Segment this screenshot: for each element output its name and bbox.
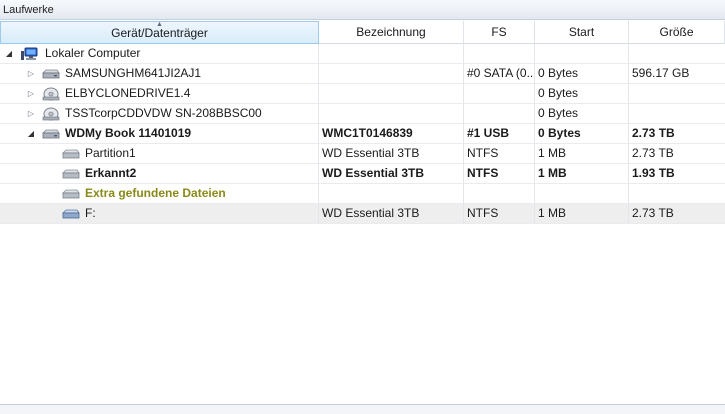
partition-icon: [62, 187, 80, 201]
cell-fs: NTFS: [464, 204, 535, 224]
cell-size: [629, 184, 725, 204]
cell-start: 0 Bytes: [535, 124, 629, 144]
cell-size: 2.73 TB: [632, 146, 674, 160]
device-name: Lokaler Computer: [45, 46, 141, 60]
device-name: Extra gefundene Dateien: [85, 186, 226, 200]
cell-label: [319, 64, 464, 84]
bottom-edge-bar: [0, 404, 725, 414]
cell-start: 0 Bytes: [535, 104, 629, 124]
expand-arrow-icon[interactable]: ▷: [26, 84, 36, 104]
tree-row[interactable]: F: WD Essential 3TB NTFS 1 MB 2.73 TB: [0, 204, 725, 224]
device-name: TSSTcorpCDDVDW SN-208BBSC00: [65, 106, 262, 120]
tree-row[interactable]: ▷ ELBYCLONEDRIVE1.4 0 Bytes: [0, 84, 725, 104]
cell-device: F:: [0, 204, 319, 224]
cell-fs: #0 SATA (0...: [464, 64, 535, 84]
tree-row[interactable]: Partition1 WD Essential 3TB NTFS 1 MB 2.73 T…: [0, 144, 725, 164]
column-header-start[interactable]: Start: [535, 21, 629, 44]
column-header-size[interactable]: Größe: [629, 21, 725, 44]
optical-drive-icon: [42, 107, 60, 121]
cell-start: 1 MB: [535, 144, 629, 164]
cell-fs: NTFS: [464, 164, 535, 184]
drive-tree-list: ◢ Lokaler Computer ▷ SAMSUNGHM641JI2AJ1 #0 S…: [0, 44, 725, 224]
cell-size: 2.73 TB: [632, 206, 674, 220]
expand-arrow-icon[interactable]: ▷: [26, 64, 36, 84]
cell-label: WD Essential 3TB: [319, 204, 464, 224]
device-name: ELBYCLONEDRIVE1.4: [65, 86, 191, 100]
device-name: Erkannt2: [85, 166, 137, 180]
tree-row[interactable]: Erkannt2 WD Essential 3TB NTFS 1 MB 1.93 TB: [0, 164, 725, 184]
cell-size: [629, 104, 725, 124]
column-header-label[interactable]: Bezeichnung: [319, 21, 464, 44]
cell-size: 2.73 TB: [632, 126, 675, 140]
cell-fs: [464, 44, 535, 64]
tree-row[interactable]: ◢ WDMy Book 11401019 WMC1T0146839 #1 USB 0 B…: [0, 124, 725, 144]
cell-device: ◢ WDMy Book 11401019: [0, 124, 319, 144]
partition-icon: [62, 147, 80, 161]
cell-start: 1 MB: [535, 164, 629, 184]
cell-device: Erkannt2: [0, 164, 319, 184]
cell-label: [319, 44, 464, 64]
collapse-arrow-icon[interactable]: ◢: [26, 124, 36, 144]
device-name: F:: [85, 206, 96, 220]
cell-label: WMC1T0146839: [319, 124, 464, 144]
tree-row[interactable]: ▷ SAMSUNGHM641JI2AJ1 #0 SATA (0... 0 Bytes 5…: [0, 64, 725, 84]
cell-size: [629, 84, 725, 104]
tree-row[interactable]: ▷ TSSTcorpCDDVDW SN-208BBSC00 0 Bytes: [0, 104, 725, 124]
tree-row[interactable]: Extra gefundene Dateien: [0, 184, 725, 204]
cell-fs: [464, 104, 535, 124]
cell-label: WD Essential 3TB: [319, 164, 464, 184]
sort-ascending-icon: ▲: [156, 21, 163, 28]
cell-fs: [464, 84, 535, 104]
cell-fs: NTFS: [464, 144, 535, 164]
collapse-arrow-icon[interactable]: ◢: [4, 44, 14, 64]
cell-size: 1.93 TB: [632, 166, 675, 180]
cell-start: 1 MB: [535, 204, 629, 224]
cell-fs: #1 USB: [464, 124, 535, 144]
device-name: SAMSUNGHM641JI2AJ1: [65, 66, 202, 80]
panel-title: Laufwerke: [0, 0, 725, 20]
partition-blue-icon: [62, 207, 80, 221]
cell-size: [629, 44, 725, 64]
cell-start: [535, 44, 629, 64]
cell-label: WD Essential 3TB: [319, 144, 464, 164]
optical-drive-icon: [42, 87, 60, 101]
cell-label: [319, 84, 464, 104]
computer-icon: [21, 47, 39, 61]
hard-drive-icon: [42, 67, 60, 81]
column-header-row: ▲ Gerät/Datenträger Bezeichnung FS Start…: [0, 21, 725, 44]
expand-arrow-icon[interactable]: ▷: [26, 104, 36, 124]
cell-device: ◢ Lokaler Computer: [0, 44, 319, 64]
column-header-fs[interactable]: FS: [464, 21, 535, 44]
cell-start: 0 Bytes: [535, 84, 629, 104]
cell-start: 0 Bytes: [535, 64, 629, 84]
cell-device: ▷ ELBYCLONEDRIVE1.4: [0, 84, 319, 104]
cell-device: Partition1: [0, 144, 319, 164]
cell-label: [319, 104, 464, 124]
device-name: WDMy Book 11401019: [65, 126, 192, 140]
cell-device: ▷ TSSTcorpCDDVDW SN-208BBSC00: [0, 104, 319, 124]
cell-fs: [464, 184, 535, 204]
cell-label: [319, 184, 464, 204]
partition-icon: [62, 167, 80, 181]
tree-row[interactable]: ◢ Lokaler Computer: [0, 44, 725, 64]
hard-drive-icon: [42, 127, 60, 141]
cell-size: 596.17 GB: [632, 66, 690, 80]
cell-device: Extra gefundene Dateien: [0, 184, 319, 204]
cell-device: ▷ SAMSUNGHM641JI2AJ1: [0, 64, 319, 84]
column-header-device[interactable]: ▲ Gerät/Datenträger: [0, 21, 319, 44]
device-name: Partition1: [85, 146, 136, 160]
cell-start: [535, 184, 629, 204]
